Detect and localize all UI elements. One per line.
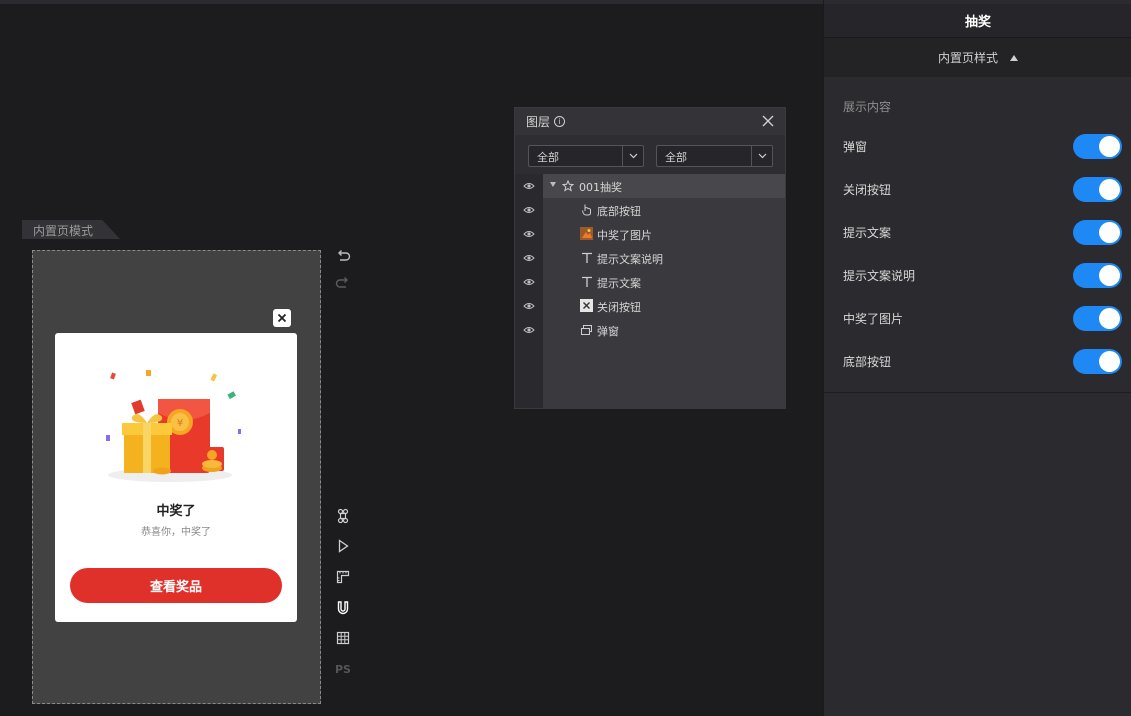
eye-icon[interactable] [523,228,535,240]
toggle-switch[interactable] [1073,349,1122,374]
close-icon [277,313,287,323]
eye-icon[interactable] [523,204,535,216]
layer-row[interactable]: 关闭按钮 [515,294,785,318]
toggle-row-prize-image: 中奖了图片 [824,305,1131,331]
chevron-down-icon [751,146,772,166]
image-icon [580,227,593,240]
toggle-label: 底部按钮 [843,355,892,369]
layer-row[interactable]: 提示文案说明 [515,246,785,270]
toggle-row-hint-desc: 提示文案说明 [824,262,1131,288]
layer-label: 弹窗 [597,325,619,338]
toggle-label: 中奖了图片 [843,312,904,326]
toggle-switch[interactable] [1073,263,1122,288]
prize-image: ¥ [106,370,241,482]
layer-row-root[interactable]: 001抽奖 [515,174,785,198]
info-icon[interactable]: i [554,116,566,127]
ps-icon: PS [335,662,351,676]
eye-icon[interactable] [523,180,535,192]
popup-subtitle: 恭喜你，中奖了 [141,527,211,538]
section-label: 展示内容 [843,100,892,114]
toggle-label: 弹窗 [843,140,868,154]
layers-title: 图层 [526,115,551,129]
eye-icon[interactable] [523,324,535,336]
layer-filter-select-1[interactable]: 全部 [528,145,644,167]
ruler-icon [336,570,350,584]
view-prize-button[interactable]: 查看奖品 [70,568,282,603]
svg-text:¥: ¥ [177,418,183,429]
popup-close-button[interactable] [273,309,291,327]
expand-caret-icon[interactable] [550,182,556,187]
eye-icon[interactable] [523,300,535,312]
properties-panel: 抽奖 内置页样式 展示内容 弹窗 关闭按钮 提示文案 提示文案说明 中奖了图片 … [823,0,1131,716]
grid-button[interactable] [334,629,352,647]
grid-icon [336,631,350,645]
layer-label: 提示文案 [597,277,641,290]
layer-filter-select-2[interactable]: 全部 [656,145,773,167]
text-icon [580,251,593,264]
filter-2-value: 全部 [665,151,687,164]
command-button[interactable] [334,507,352,525]
toggle-row-hint-text: 提示文案 [824,219,1131,245]
toggle-label: 提示文案说明 [843,269,916,283]
play-icon [338,539,349,553]
eye-icon[interactable] [523,276,535,288]
layers-header: 图层 i [515,108,785,135]
undo-icon [338,250,351,261]
close-box-icon [580,299,593,312]
mode-tab-label: 内置页模式 [33,224,94,238]
layers-close-icon[interactable] [761,114,775,128]
eye-icon[interactable] [523,252,535,264]
toggle-label: 提示文案 [843,226,892,240]
style-label: 内置页样式 [937,51,998,65]
layer-row[interactable]: 弹窗 [515,318,785,342]
pointer-icon [580,203,593,216]
magnet-button[interactable] [334,599,352,617]
star-icon [561,179,574,192]
mode-tab[interactable]: 内置页模式 [22,220,120,239]
style-dropdown[interactable]: 内置页样式 [824,38,1131,77]
layer-label: 001抽奖 [579,181,622,194]
magnet-icon [337,601,349,615]
layer-row[interactable]: 底部按钮 [515,198,785,222]
command-icon [337,508,349,524]
ruler-button[interactable] [334,568,352,586]
toggle-switch[interactable] [1073,177,1122,202]
text-icon [580,275,593,288]
toggle-row-popup: 弹窗 [824,133,1131,159]
redo-button[interactable] [334,274,352,292]
toggle-row-bottom-button: 底部按钮 [824,348,1131,374]
toggle-row-close-button: 关闭按钮 [824,176,1131,202]
chevron-down-icon [622,146,643,166]
toggle-switch[interactable] [1073,220,1122,245]
toggle-switch[interactable] [1073,306,1122,331]
layer-label: 中奖了图片 [597,229,652,242]
preview-button[interactable] [334,537,352,555]
toggle-label: 关闭按钮 [843,183,892,197]
window-icon [580,323,593,336]
collapse-up-icon [1010,54,1018,61]
layer-label: 提示文案说明 [597,253,663,266]
undo-button[interactable] [334,247,352,265]
filter-1-value: 全部 [537,151,559,164]
divider [824,392,1131,393]
layer-label: 底部按钮 [597,205,641,218]
panel-title: 抽奖 [824,4,1131,38]
layer-row[interactable]: 中奖了图片 [515,222,785,246]
toggle-switch[interactable] [1073,134,1122,159]
layer-row[interactable]: 提示文案 [515,270,785,294]
layer-label: 关闭按钮 [597,301,641,314]
redo-icon [335,277,348,288]
ps-button[interactable]: PS [334,660,352,678]
popup-title: 中奖了 [156,504,196,519]
